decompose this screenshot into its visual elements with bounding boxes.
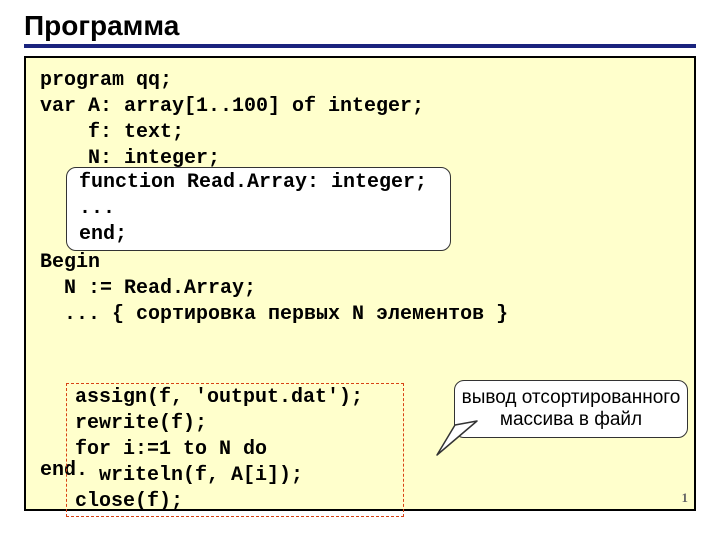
code-segment-mid: Begin N := Read.Array; ... { сортировка … — [40, 250, 680, 328]
callout-text: вывод отсортированного массива в файл — [462, 387, 681, 430]
callout-bubble: вывод отсортированного массива в файл — [454, 380, 688, 438]
callout-tail-icon — [431, 419, 481, 459]
page-title: Программа — [24, 10, 696, 48]
code-segment-top: program qq; var A: array[1..100] of inte… — [40, 68, 680, 172]
output-box: assign(f, 'output.dat'); rewrite(f); for… — [66, 383, 404, 517]
function-code: function Read.Array: integer; ... end; — [79, 170, 438, 248]
page-number: 1 — [682, 490, 689, 507]
slide: Программа program qq; var A: array[1..10… — [0, 0, 720, 540]
function-box: function Read.Array: integer; ... end; — [66, 167, 451, 251]
output-code: assign(f, 'output.dat'); rewrite(f); for… — [75, 385, 395, 515]
code-panel: program qq; var A: array[1..100] of inte… — [24, 56, 696, 511]
